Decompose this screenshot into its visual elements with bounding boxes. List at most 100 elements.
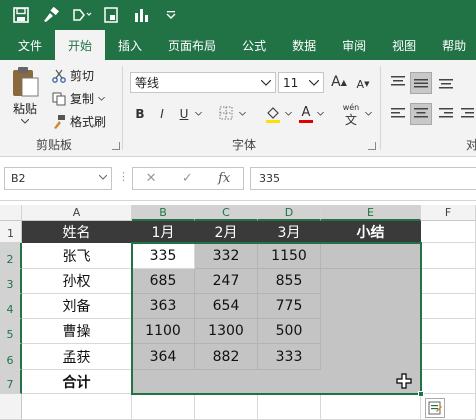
header-cell-name[interactable]: 姓名 xyxy=(22,221,132,243)
cell-f4[interactable] xyxy=(421,294,476,319)
formula-bar-splitter[interactable]: ⋮ xyxy=(118,170,129,183)
align-right-button[interactable] xyxy=(436,104,456,124)
header-cell-subtotal[interactable]: 小结 xyxy=(321,221,421,243)
value-cell[interactable]: 363 xyxy=(132,294,195,319)
chevron-down-icon[interactable] xyxy=(194,108,202,120)
value-cell[interactable]: 364 xyxy=(132,344,195,370)
tab-review[interactable]: 审阅 xyxy=(329,30,379,60)
cell-f3[interactable] xyxy=(421,269,476,294)
cell-a8[interactable] xyxy=(22,394,132,420)
indent-button[interactable] xyxy=(458,104,476,124)
touch-mode-icon[interactable] xyxy=(70,4,92,26)
cell-b8[interactable] xyxy=(132,394,195,420)
align-left-button[interactable] xyxy=(388,104,408,124)
name-cell[interactable]: 张飞 xyxy=(22,243,132,269)
increase-font-size-button[interactable]: A ▲ xyxy=(330,72,348,92)
cell-e8[interactable] xyxy=(321,394,421,420)
total-cell[interactable] xyxy=(132,370,195,394)
chevron-down-icon[interactable] xyxy=(364,108,372,120)
font-name-combo[interactable]: 等线 xyxy=(130,72,276,93)
chevron-down-icon[interactable] xyxy=(284,108,292,120)
chevron-down-icon[interactable] xyxy=(238,108,246,120)
header-cell-jan[interactable]: 1月 xyxy=(132,221,195,243)
value-cell[interactable]: 775 xyxy=(258,294,321,319)
header-cell-mar[interactable]: 3月 xyxy=(258,221,321,243)
fill-handle[interactable] xyxy=(418,391,424,397)
total-cell[interactable] xyxy=(195,370,258,394)
align-center-button[interactable] xyxy=(410,103,432,125)
tab-help[interactable]: 帮助 xyxy=(429,30,476,60)
value-cell[interactable]: 1150 xyxy=(258,243,321,269)
value-cell[interactable]: 685 xyxy=(132,269,195,294)
print-preview-icon[interactable] xyxy=(100,4,122,26)
cell-c8[interactable] xyxy=(195,394,258,420)
value-cell[interactable]: 1300 xyxy=(195,319,258,344)
underline-button[interactable]: U xyxy=(177,104,191,124)
tab-page-layout[interactable]: 页面布局 xyxy=(155,30,229,60)
active-cell-b2[interactable]: 335 xyxy=(132,243,195,269)
fill-color-button[interactable] xyxy=(264,104,282,124)
font-launcher-icon[interactable] xyxy=(368,142,376,150)
chevron-down-icon[interactable] xyxy=(99,175,107,180)
customize-toolbar-icon[interactable] xyxy=(160,4,182,26)
clipboard-launcher-icon[interactable] xyxy=(112,142,120,150)
font-color-button[interactable]: A xyxy=(298,103,314,125)
phonetic-guide-button[interactable]: wén 文 xyxy=(340,100,362,128)
name-box[interactable]: B2 xyxy=(4,167,112,190)
cut-button[interactable]: 剪切 xyxy=(52,67,94,84)
align-middle-button[interactable] xyxy=(410,72,432,94)
tab-insert[interactable]: 插入 xyxy=(105,30,155,60)
subtotal-cell[interactable] xyxy=(321,344,421,370)
chevron-down-icon[interactable] xyxy=(316,108,324,120)
tab-formulas[interactable]: 公式 xyxy=(229,30,279,60)
cancel-entry-button[interactable]: ✕ xyxy=(146,171,157,186)
chart-icon[interactable] xyxy=(130,4,152,26)
cell-d8[interactable] xyxy=(258,394,321,420)
row-header-1[interactable]: 1 xyxy=(0,221,22,243)
format-painter-button[interactable]: 格式刷 xyxy=(52,113,106,130)
tab-file[interactable]: 文件 xyxy=(0,30,55,60)
formula-input[interactable]: 335 xyxy=(250,167,476,190)
subtotal-cell[interactable] xyxy=(321,319,421,344)
decrease-font-size-button[interactable]: A ▼ xyxy=(354,74,372,94)
name-cell[interactable]: 刘备 xyxy=(22,294,132,319)
row-header-4[interactable]: 4 xyxy=(0,294,22,319)
select-all-button[interactable] xyxy=(0,205,22,221)
column-header-d[interactable]: D xyxy=(258,205,321,221)
value-cell[interactable]: 855 xyxy=(258,269,321,294)
confirm-entry-button[interactable]: ✓ xyxy=(182,171,193,186)
row-header-5[interactable]: 5 xyxy=(0,319,22,344)
cell-f6[interactable] xyxy=(421,344,476,370)
header-cell-feb[interactable]: 2月 xyxy=(195,221,258,243)
name-cell[interactable]: 曹操 xyxy=(22,319,132,344)
column-header-c[interactable]: C xyxy=(195,205,258,221)
quick-analysis-button[interactable] xyxy=(425,398,445,418)
italic-button[interactable]: I xyxy=(155,104,169,124)
cell-f1[interactable] xyxy=(421,221,476,243)
save-icon[interactable] xyxy=(10,4,32,26)
tab-home[interactable]: 开始 xyxy=(55,30,106,60)
value-cell[interactable]: 333 xyxy=(258,344,321,370)
row-header-6[interactable]: 6 xyxy=(0,344,22,370)
insert-function-button[interactable]: fx xyxy=(218,171,230,186)
font-size-combo[interactable]: 11 xyxy=(278,72,324,93)
total-cell[interactable] xyxy=(258,370,321,394)
bold-button[interactable]: B xyxy=(133,104,147,124)
row-header-3[interactable]: 3 xyxy=(0,269,22,294)
copy-button[interactable]: 复制 xyxy=(52,90,105,107)
tab-view[interactable]: 视图 xyxy=(379,30,429,60)
borders-button[interactable] xyxy=(218,105,234,121)
cell-f2[interactable] xyxy=(421,243,476,269)
column-header-f[interactable]: F xyxy=(421,205,476,221)
row-header-2[interactable]: 2 xyxy=(0,243,22,269)
cell-f5[interactable] xyxy=(421,319,476,344)
row-header-7[interactable]: 7 xyxy=(0,370,22,394)
chevron-down-icon[interactable] xyxy=(257,73,275,92)
column-header-e[interactable]: E xyxy=(321,205,421,221)
subtotal-cell[interactable] xyxy=(321,269,421,294)
column-header-a[interactable]: A xyxy=(22,205,132,221)
format-painter-icon[interactable] xyxy=(40,4,62,26)
value-cell[interactable]: 247 xyxy=(195,269,258,294)
value-cell[interactable]: 882 xyxy=(195,344,258,370)
row-header-8[interactable] xyxy=(0,394,22,420)
